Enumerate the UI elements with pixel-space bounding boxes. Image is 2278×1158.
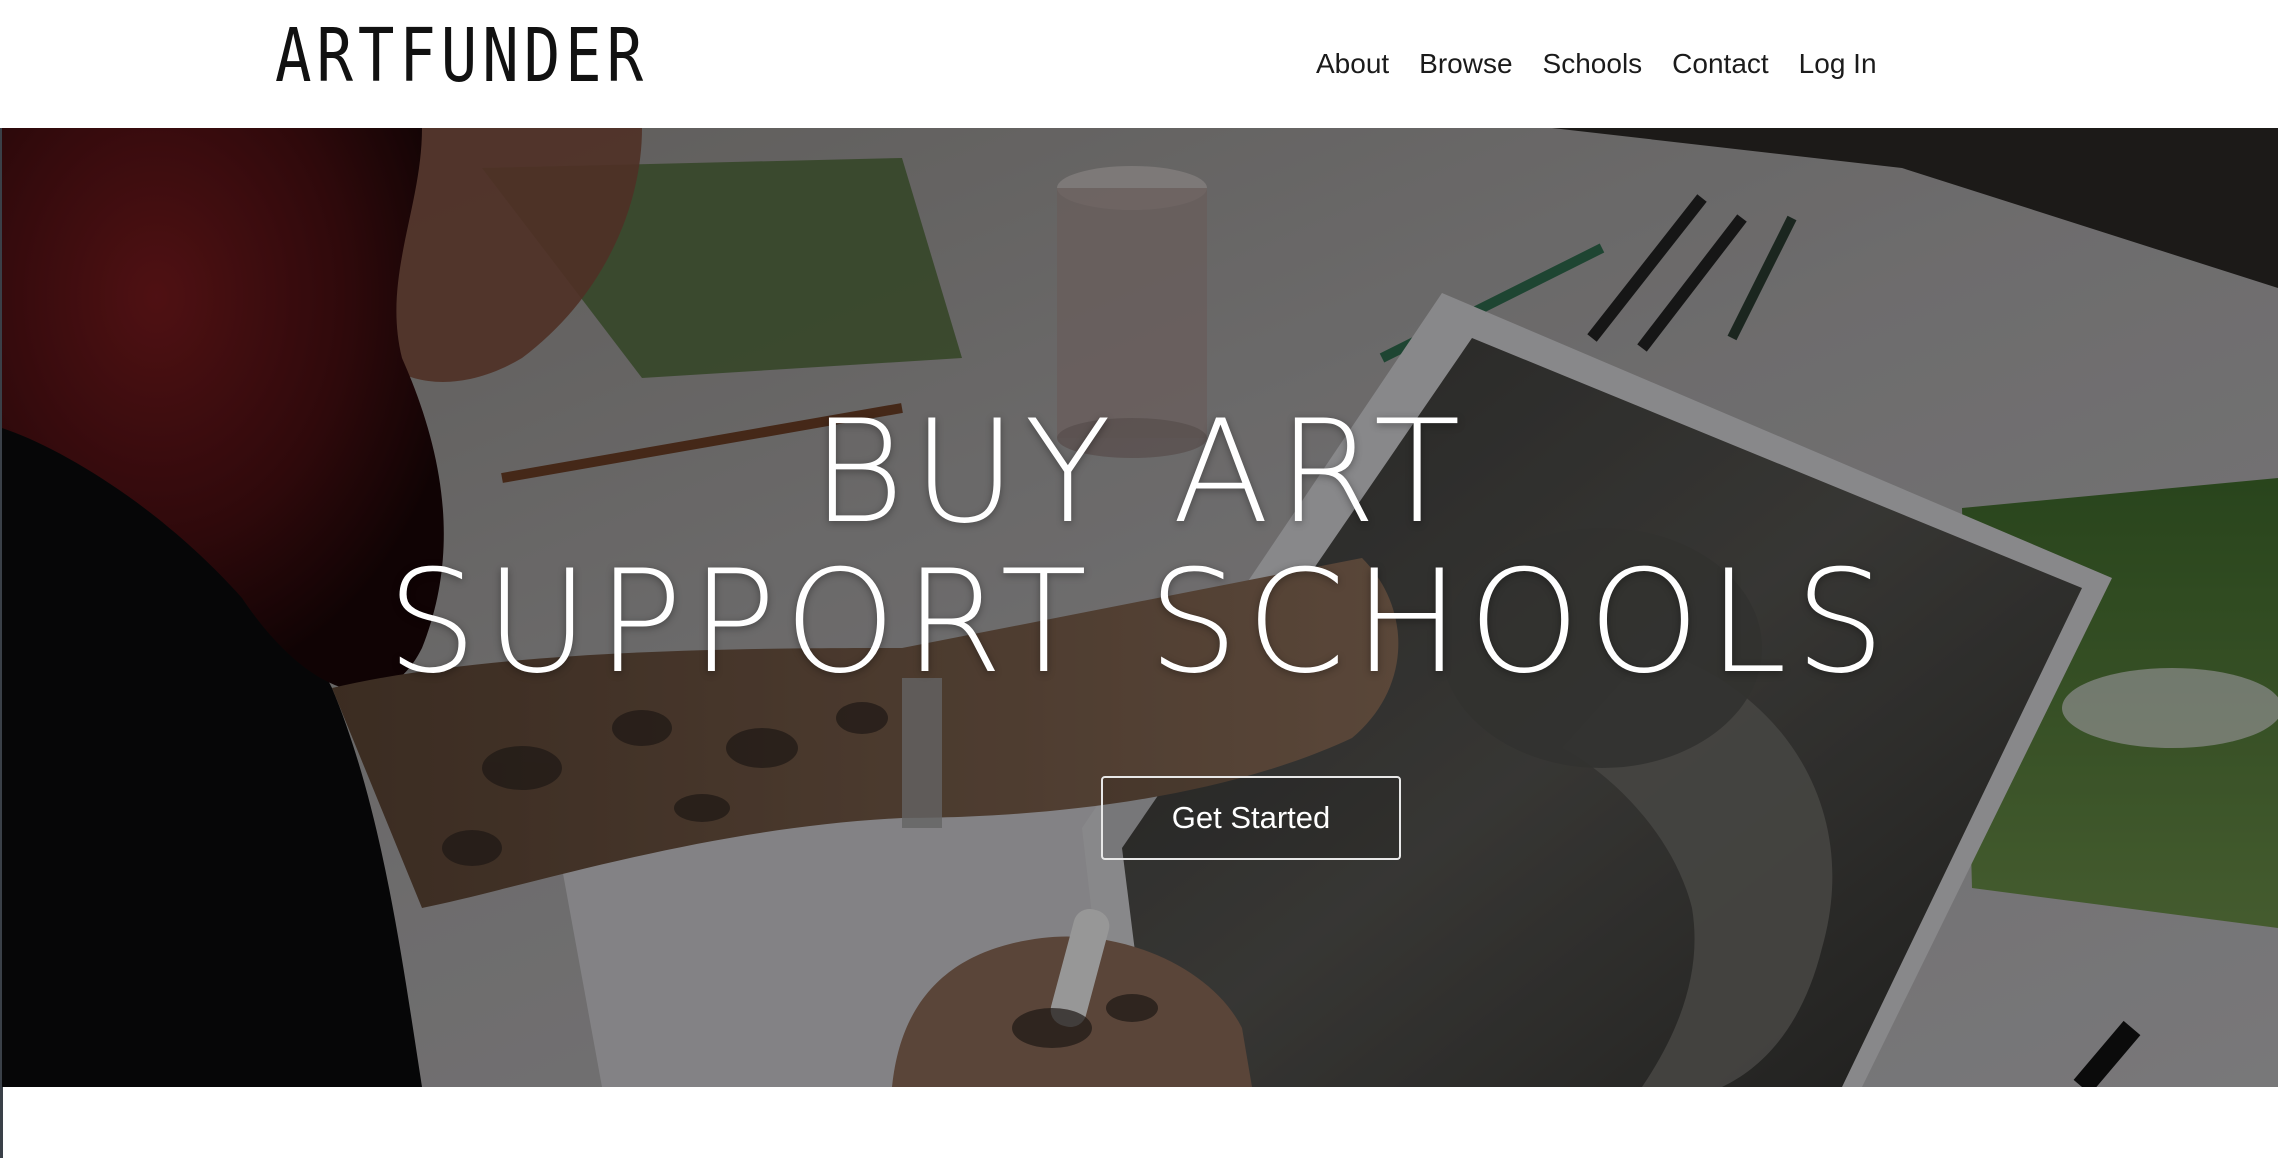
- nav-link-browse[interactable]: Browse: [1404, 40, 1527, 88]
- main-nav: About Browse Schools Contact Log In: [1316, 40, 1892, 88]
- nav-link-log-in[interactable]: Log In: [1784, 40, 1892, 88]
- hero-headline-line1: BUY ART: [811, 390, 1469, 555]
- nav-link-about[interactable]: About: [1316, 40, 1404, 88]
- nav-link-contact[interactable]: Contact: [1657, 40, 1784, 88]
- get-started-button[interactable]: Get Started: [1101, 776, 1401, 860]
- nav-link-schools[interactable]: Schools: [1528, 40, 1658, 88]
- artfunder-logo[interactable]: ARTFUNDER: [275, 6, 648, 106]
- hero-section: BUY ART SUPPORT SCHOOLS Get Started: [2, 128, 2278, 1087]
- hero-headline-line2: SUPPORT SCHOOLS: [386, 540, 1894, 705]
- top-navbar: ARTFUNDER About Browse Schools Contact L…: [0, 0, 2278, 128]
- page: ARTFUNDER About Browse Schools Contact L…: [0, 0, 2278, 1158]
